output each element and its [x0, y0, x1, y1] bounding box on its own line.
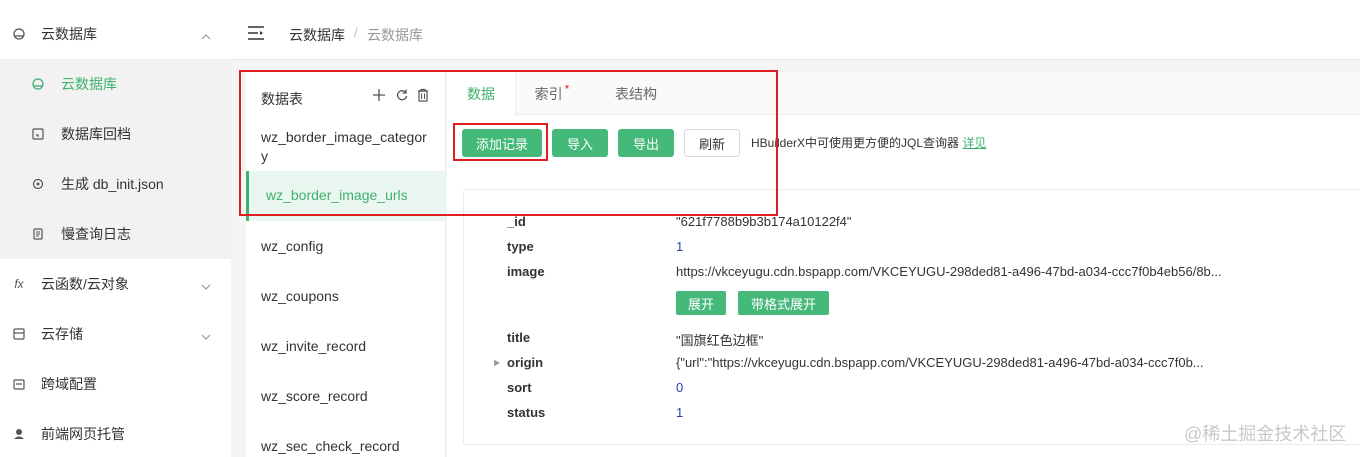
table-list-title: 数据表: [261, 91, 303, 107]
tab-label: 表结构: [615, 85, 657, 102]
tab-index[interactable]: 索引 *: [517, 72, 587, 115]
field-value: {"url":"https://vkceyugu.cdn.bspapp.com/…: [676, 355, 1204, 370]
import-button[interactable]: 导入: [552, 129, 608, 157]
sidebar-subitem-cloud-database[interactable]: 云数据库: [0, 59, 231, 109]
sidebar-subitem-rollback[interactable]: 数据库回档: [0, 109, 231, 159]
add-table-icon[interactable]: [372, 88, 388, 104]
add-record-button[interactable]: 添加记录: [462, 129, 542, 157]
cloud-db-icon: [11, 26, 27, 42]
table-list-panel: 数据表 wz_border_image_categor y wz_border_…: [246, 72, 446, 457]
table-item-label: wz_config: [261, 238, 324, 254]
sidebar-item-cloud-functions[interactable]: fx 云函数/云对象: [0, 259, 231, 309]
delete-icon[interactable]: [416, 88, 432, 104]
sidebar: 云数据库 云数据库 数据库回档 生成 db_init.json 慢查询日志 fx…: [0, 0, 231, 457]
sidebar-item-label: 慢查询日志: [61, 226, 131, 242]
cors-icon: [11, 376, 27, 392]
refresh-icon[interactable]: [395, 88, 411, 104]
table-item-wz-invite-record[interactable]: wz_invite_record: [246, 321, 446, 371]
watermark: @稀土掘金技术社区: [1184, 424, 1347, 444]
field-key: title: [507, 330, 531, 345]
table-item-label-wrap: y: [261, 148, 268, 164]
field-key: image: [507, 264, 545, 279]
sidebar-item-label: 云存储: [41, 326, 83, 342]
jql-hint-link[interactable]: 详见: [962, 136, 986, 150]
field-key: status: [507, 405, 546, 420]
chevron-down-icon[interactable]: [201, 329, 211, 340]
log-icon: [30, 226, 46, 242]
sidebar-item-label: 云数据库: [61, 76, 117, 92]
sidebar-item-label: 数据库回档: [61, 126, 131, 142]
expand-button[interactable]: 展开: [676, 291, 726, 315]
storage-icon: [11, 326, 27, 342]
field-value: https://vkceyugu.cdn.bspapp.com/VKCEYUGU…: [676, 264, 1222, 279]
breadcrumb-item[interactable]: 云数据库: [289, 25, 345, 45]
menu-toggle-icon[interactable]: [248, 26, 264, 40]
record-card: _id "621f7788b9b3b174a10122f4" type 1 im…: [463, 189, 1360, 445]
chevron-up-icon[interactable]: [201, 29, 211, 40]
fx-icon: fx: [14, 277, 24, 291]
sidebar-item-cloud-storage[interactable]: 云存储: [0, 309, 231, 359]
sidebar-item-cors-config[interactable]: 跨域配置: [0, 359, 231, 409]
table-item-label: wz_border_image_urls: [266, 187, 408, 203]
tab-schema[interactable]: 表结构: [597, 72, 675, 115]
table-item-label: wz_sec_check_record: [261, 438, 400, 454]
table-item-wz-border-image-urls[interactable]: wz_border_image_urls: [246, 171, 446, 221]
breadcrumb-current: 云数据库: [367, 27, 423, 43]
field-value: "国旗红色边框": [676, 333, 764, 348]
tab-label: 数据: [467, 86, 495, 102]
jql-hint: HBuilderX中可使用更方便的JQL查询器 详见: [751, 134, 986, 151]
table-item-wz-sec-check-record[interactable]: wz_sec_check_record: [246, 421, 446, 457]
tab-data[interactable]: 数据: [447, 72, 516, 116]
expand-formatted-button[interactable]: 带格式展开: [738, 291, 829, 315]
rollback-icon: [30, 126, 46, 142]
sidebar-item-web-hosting[interactable]: 前端网页托管: [0, 409, 231, 457]
sidebar-item-label: 跨域配置: [41, 376, 97, 392]
sidebar-item-label: 云函数/云对象: [41, 276, 129, 292]
sidebar-item-label: 前端网页托管: [41, 426, 125, 442]
field-key: sort: [507, 380, 532, 395]
export-button[interactable]: 导出: [618, 129, 674, 157]
generate-icon: [30, 176, 46, 192]
table-item-label: wz_border_image_categor: [261, 129, 427, 145]
field-key: origin: [507, 355, 544, 370]
field-value: "621f7788b9b3b174a10122f4": [676, 214, 852, 229]
field-value: 0: [676, 380, 684, 395]
jql-hint-text: HBuilderX中可使用更方便的JQL查询器: [751, 136, 960, 150]
field-key: _id: [507, 214, 526, 229]
field-value: 1: [676, 405, 684, 420]
sidebar-item-label: 云数据库: [41, 26, 97, 42]
refresh-button[interactable]: 刷新: [684, 129, 740, 157]
top-header: 云数据库 / 云数据库: [231, 0, 1360, 60]
table-item-wz-border-image-category[interactable]: wz_border_image_categor y: [246, 121, 446, 171]
cloud-db-icon: [30, 76, 46, 92]
chevron-down-icon[interactable]: [201, 279, 211, 290]
table-item-wz-score-record[interactable]: wz_score_record: [246, 371, 446, 421]
main-panel: 数据 索引 * 表结构 添加记录 导入 导出 刷新 HBuilderX中可使用更方…: [447, 72, 1360, 457]
sidebar-subitem-generate-db-init[interactable]: 生成 db_init.json: [0, 159, 231, 209]
tab-bar: 数据 索引 * 表结构: [447, 72, 1360, 116]
sidebar-item-label: 生成 db_init.json: [61, 176, 164, 192]
field-value: 1: [676, 239, 684, 254]
table-item-label: wz_invite_record: [261, 338, 367, 354]
sidebar-subitem-slow-query-log[interactable]: 慢查询日志: [0, 209, 231, 259]
required-star: *: [564, 81, 570, 96]
table-item-label: wz_score_record: [261, 388, 368, 404]
tab-label: 索引: [534, 85, 563, 102]
field-key: type: [507, 239, 534, 254]
table-item-wz-coupons[interactable]: wz_coupons: [246, 271, 446, 321]
hosting-icon: [11, 426, 27, 442]
breadcrumb-separator: /: [354, 25, 358, 40]
sidebar-item-cloud-database[interactable]: 云数据库: [0, 9, 231, 59]
caret-right-icon[interactable]: ▶: [494, 358, 500, 367]
table-item-label: wz_coupons: [261, 288, 339, 304]
table-item-wz-config[interactable]: wz_config: [246, 221, 446, 271]
